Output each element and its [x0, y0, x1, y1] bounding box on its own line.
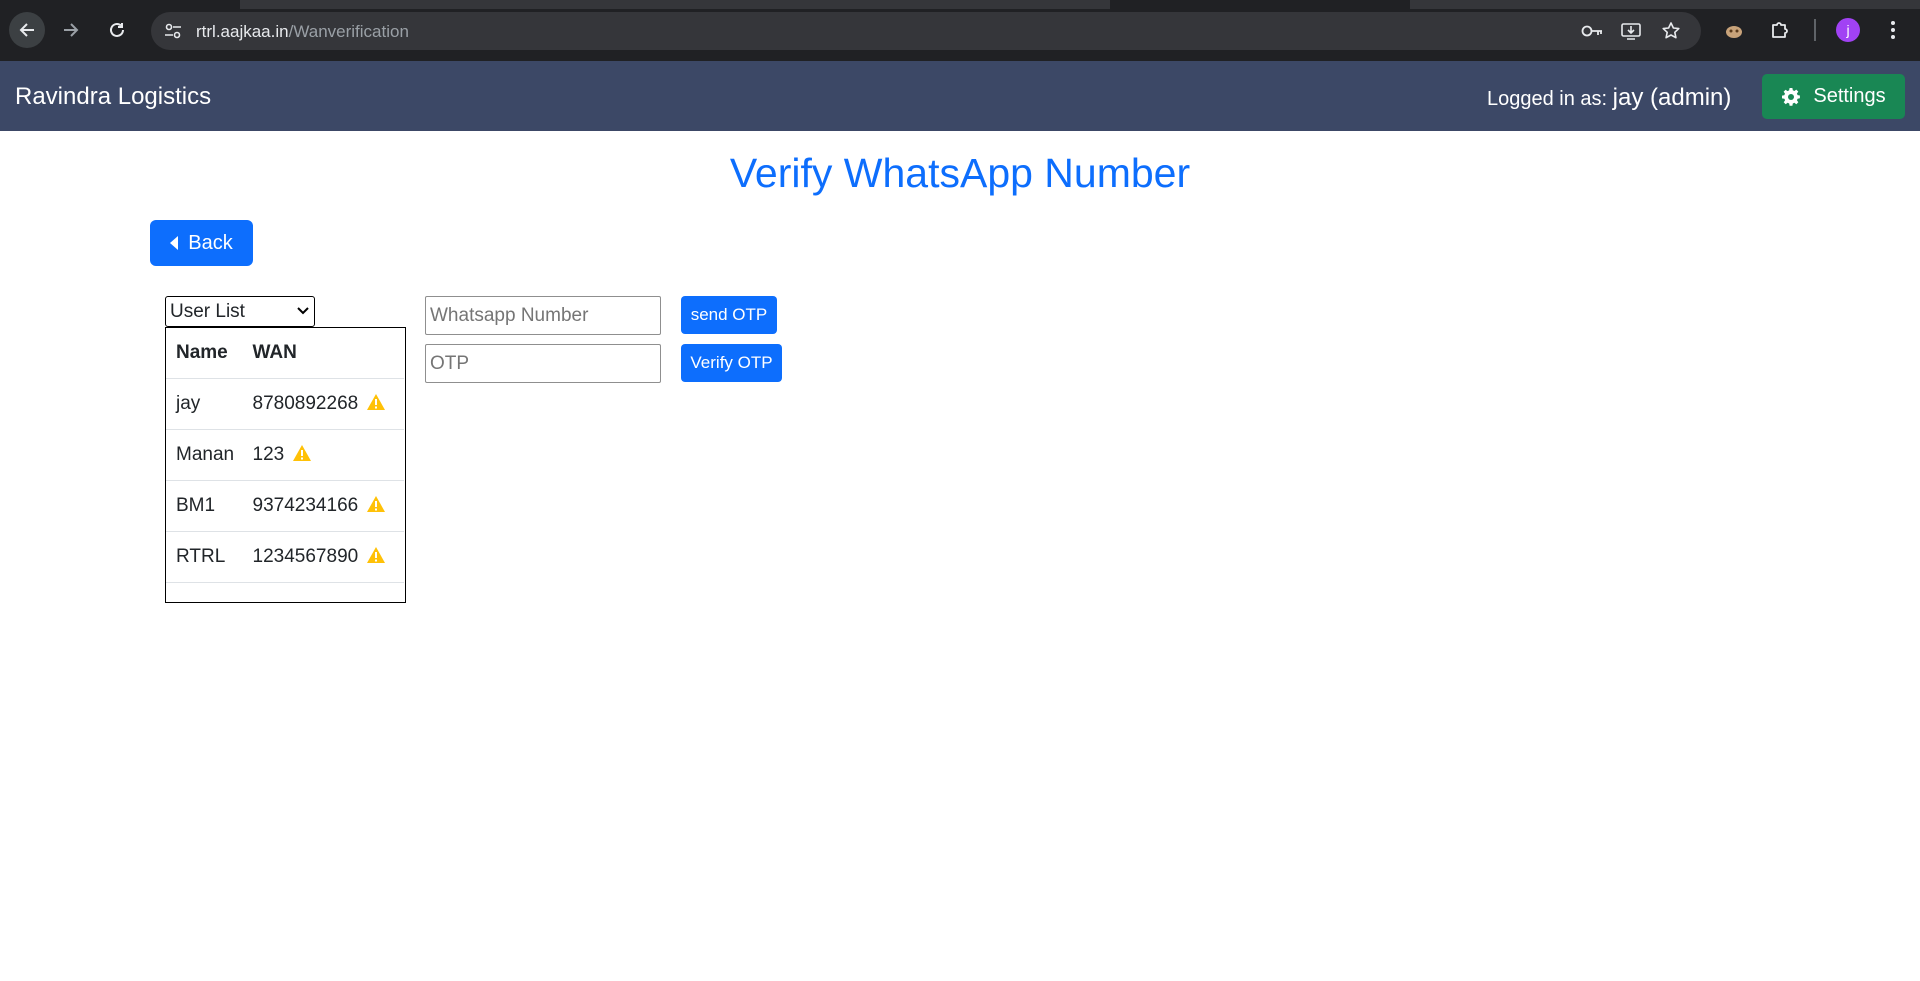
chevron-down-icon — [297, 307, 309, 315]
table-row: Manan 123 — [166, 429, 404, 481]
logged-in-prefix: Logged in as: — [1487, 88, 1608, 110]
bookmark-star-icon — [1662, 22, 1680, 39]
row-name: BM1 — [166, 480, 243, 532]
profile-extension-button[interactable] — [1721, 17, 1747, 43]
tab-shape[interactable] — [0, 0, 240, 9]
url-path: /Wanverification — [288, 22, 409, 41]
forward-icon — [64, 23, 79, 37]
column-header-name: Name — [166, 328, 243, 379]
otp-input[interactable] — [425, 344, 661, 383]
row-wan: 123 — [252, 444, 285, 465]
site-info-button[interactable] — [161, 19, 185, 43]
password-key-button[interactable] — [1581, 21, 1603, 41]
warning-icon — [293, 445, 312, 461]
browser-reload-button[interactable] — [99, 12, 135, 48]
page-title: Verify WhatsApp Number — [729, 150, 1191, 196]
browser-back-button[interactable] — [9, 12, 45, 48]
bookmark-button[interactable] — [1660, 21, 1682, 41]
warning-icon — [367, 496, 386, 512]
table-row: BM1 9374234166 — [166, 480, 404, 532]
extension-puzzle-icon — [1772, 22, 1788, 38]
app-navbar: Ravindra Logistics Logged in as: jay (ad… — [0, 61, 1920, 131]
table-row: jay 8780892268 — [166, 378, 404, 430]
tab-shape[interactable] — [1110, 0, 1410, 9]
row-wan: 1234567890 — [252, 546, 359, 567]
logged-in-status: Logged in as: jay (admin) — [1487, 84, 1731, 112]
row-wan-cell: 8780892268 — [242, 378, 404, 430]
password-key-icon — [1581, 25, 1602, 37]
install-app-icon — [1621, 23, 1641, 40]
site-info-icon — [165, 23, 181, 39]
back-label: Back — [188, 231, 233, 254]
browser-forward-button[interactable] — [53, 12, 89, 48]
table-header-row: Name WAN — [166, 328, 404, 379]
browser-chrome: rtrl.aajkaa.in/Wanverification j — [0, 0, 1920, 61]
warning-icon — [367, 547, 386, 563]
tab-strip — [0, 0, 1920, 9]
column-header-wan: WAN — [242, 328, 404, 379]
row-wan-cell: 123 — [242, 429, 404, 481]
url-host: rtrl.aajkaa.in — [196, 22, 289, 41]
reload-icon — [110, 22, 124, 37]
settings-button[interactable]: Settings — [1762, 74, 1905, 119]
url-text[interactable]: rtrl.aajkaa.in/Wanverification — [196, 22, 409, 42]
user-list-select[interactable]: User List — [165, 296, 315, 327]
browser-menu-button[interactable] — [1880, 17, 1906, 43]
logged-in-user: jay (admin) — [1612, 84, 1732, 111]
warning-icon — [367, 394, 386, 410]
back-icon — [19, 23, 34, 37]
user-list-select-value: User List — [170, 300, 245, 322]
user-table: Name WAN jay 8780892268 Manan 123 BM1 93… — [166, 328, 404, 583]
row-wan-cell: 9374234166 — [242, 480, 404, 532]
row-wan-cell: 1234567890 — [242, 531, 404, 583]
profile-extension-icon — [1726, 26, 1742, 38]
user-table-container: Name WAN jay 8780892268 Manan 123 BM1 93… — [165, 327, 406, 603]
table-row: RTRL 1234567890 — [166, 531, 404, 583]
row-wan: 8780892268 — [252, 393, 359, 414]
caret-left-icon — [170, 236, 179, 250]
row-wan: 9374234166 — [252, 495, 359, 516]
row-name: RTRL — [166, 531, 243, 583]
send-otp-button[interactable]: send OTP — [681, 296, 777, 334]
toolbar-divider — [1814, 19, 1816, 41]
brand-name[interactable]: Ravindra Logistics — [15, 83, 211, 111]
profile-avatar[interactable]: j — [1836, 18, 1860, 42]
settings-label: Settings — [1813, 85, 1886, 107]
gear-icon — [1782, 87, 1801, 106]
row-name: Manan — [166, 429, 243, 481]
verify-otp-button[interactable]: Verify OTP — [681, 344, 782, 382]
row-name: jay — [166, 378, 243, 430]
install-app-button[interactable] — [1620, 21, 1642, 41]
kebab-menu-icon — [1891, 21, 1895, 39]
address-bar[interactable]: rtrl.aajkaa.in/Wanverification — [151, 12, 1701, 50]
whatsapp-number-input[interactable] — [425, 296, 661, 335]
extensions-button[interactable] — [1767, 17, 1793, 43]
back-button[interactable]: Back — [150, 220, 253, 266]
